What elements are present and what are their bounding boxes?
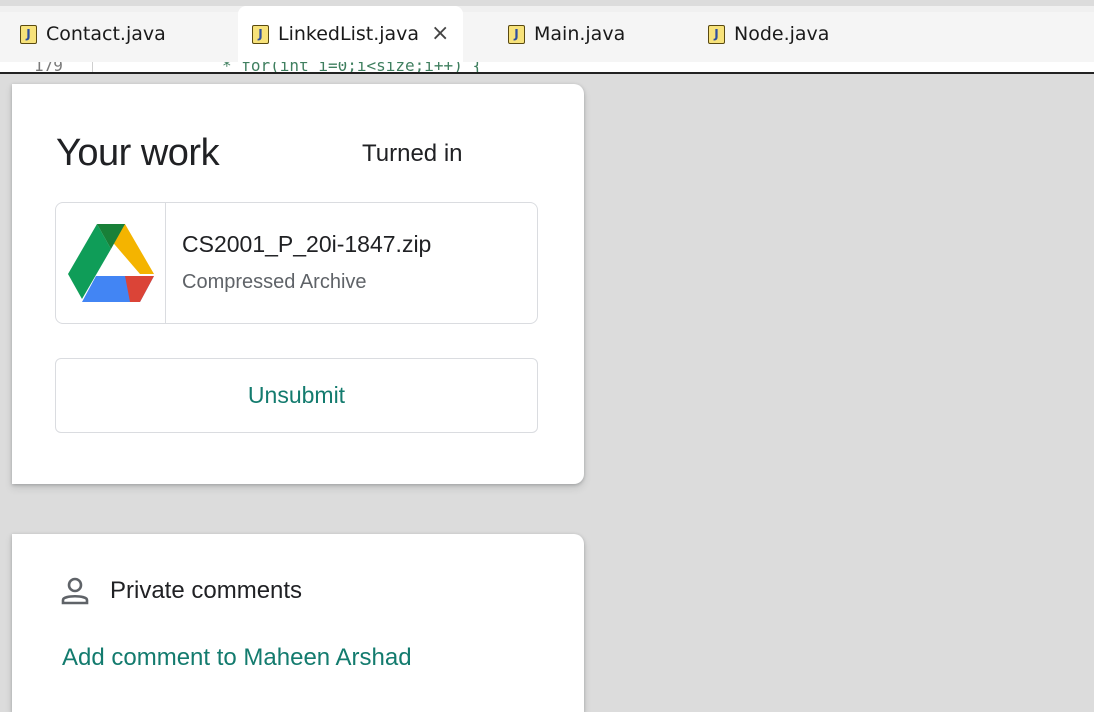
tab-node-java[interactable]: J Node.java bbox=[708, 6, 829, 62]
tab-label: Node.java bbox=[734, 23, 830, 45]
private-comments-header: Private comments bbox=[60, 576, 302, 606]
tab-main-java[interactable]: J Main.java bbox=[508, 6, 625, 62]
your-work-title: Your work bbox=[56, 132, 220, 174]
add-comment-link[interactable]: Add comment to Maheen Arshad bbox=[62, 644, 412, 672]
person-icon bbox=[61, 577, 89, 605]
google-drive-icon bbox=[67, 224, 154, 302]
unsubmit-button[interactable]: Unsubmit bbox=[55, 358, 538, 433]
submission-status: Turned in bbox=[362, 140, 463, 167]
tab-label: LinkedList.java bbox=[278, 23, 420, 45]
tab-linkedlist-java[interactable]: J LinkedList.java × bbox=[238, 6, 464, 62]
tab-contact-java[interactable]: J Contact.java bbox=[20, 6, 166, 62]
attachment-card[interactable]: CS2001_P_20i-1847.zip Compressed Archive bbox=[55, 202, 538, 324]
attachment-type: Compressed Archive bbox=[182, 271, 367, 293]
private-comments-card: Private comments Add comment to Maheen A… bbox=[12, 534, 584, 712]
editor-gutter bbox=[92, 62, 93, 72]
java-file-icon: J bbox=[20, 24, 37, 44]
tab-label: Contact.java bbox=[46, 23, 166, 45]
java-file-icon: J bbox=[508, 24, 525, 44]
line-number: 179 bbox=[34, 62, 63, 74]
attachment-name: CS2001_P_20i-1847.zip bbox=[182, 231, 432, 257]
close-icon[interactable]: × bbox=[431, 23, 449, 45]
java-file-icon: J bbox=[708, 24, 725, 44]
code-editor-strip[interactable]: 179 * for(int i=0;i<size;i++) { bbox=[0, 62, 1094, 74]
your-work-card: Your work Turned in CS2001_P_20i-1847.zi… bbox=[12, 84, 584, 484]
tab-label: Main.java bbox=[534, 23, 626, 45]
attachment-thumbnail bbox=[56, 203, 166, 323]
code-line: * for(int i=0;i<size;i++) { bbox=[222, 62, 483, 74]
private-comments-label: Private comments bbox=[110, 577, 303, 604]
java-file-icon: J bbox=[252, 24, 269, 44]
